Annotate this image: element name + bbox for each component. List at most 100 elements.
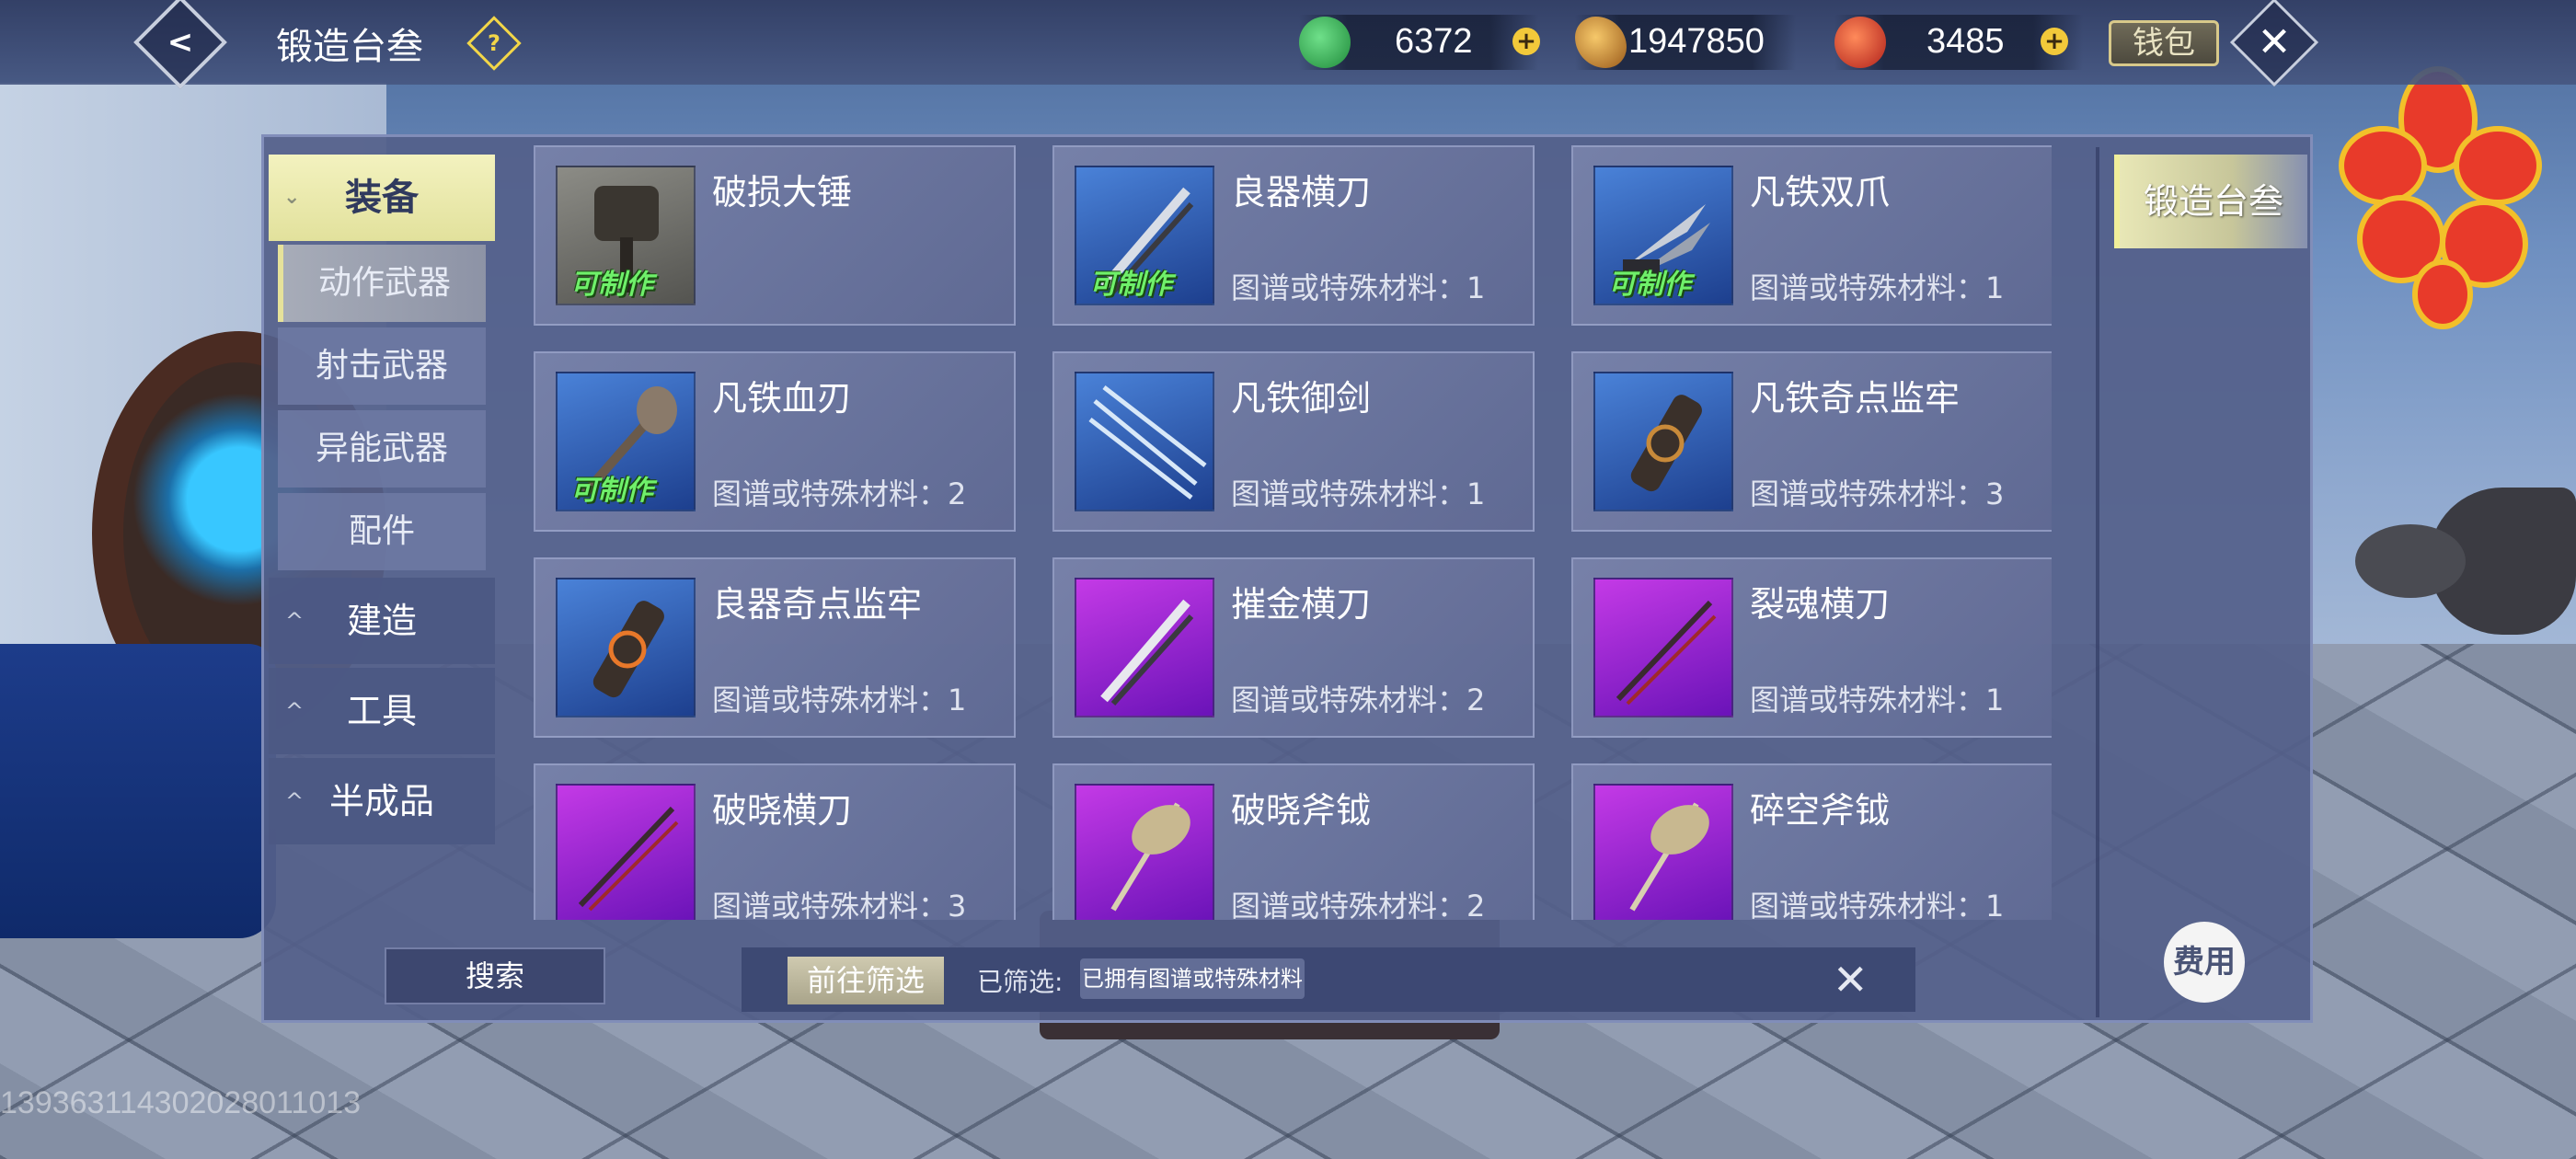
- currency-jade-value: 6372: [1395, 22, 1473, 61]
- item-card-fine-broadsword[interactable]: 可制作 良器横刀 图谱或特殊材料：1: [1052, 145, 1535, 326]
- singularity-prison-icon: [592, 601, 664, 698]
- item-requirement: 图谱或特殊材料：2: [712, 476, 967, 511]
- item-grid: 可制作 破损大锤 可制作 良器横刀 图谱或特殊材料：1 可制作 凡铁双爪 图谱或…: [534, 145, 2052, 920]
- chevron-down-icon: ⌄: [283, 186, 301, 209]
- item-requirement: 图谱或特殊材料：1: [712, 683, 967, 717]
- item-card-gold-breaker-broadsword[interactable]: 摧金横刀 图谱或特殊材料：2: [1052, 557, 1535, 738]
- item-name: 碎空斧钺: [1750, 790, 1891, 831]
- item-name: 凡铁血刃: [712, 378, 853, 419]
- singularity-prison-icon: [1630, 395, 1702, 492]
- battleaxe-icon: [1110, 802, 1190, 912]
- item-card-iron-blood-blade[interactable]: 可制作 凡铁血刃 图谱或特殊材料：2: [534, 351, 1016, 532]
- question-mark-icon: ?: [488, 30, 500, 56]
- item-card-dawn-broadsword[interactable]: 破晓横刀 图谱或特殊材料：3: [534, 763, 1016, 920]
- item-name: 破晓横刀: [712, 790, 853, 831]
- panel-divider: [2096, 147, 2099, 1017]
- fee-button[interactable]: 费用: [2168, 925, 2241, 999]
- wallet-button[interactable]: 钱包: [2109, 20, 2219, 66]
- item-requirement: 图谱或特殊材料：1: [1750, 270, 2005, 305]
- filter-chip[interactable]: 已拥有图谱或特殊材料: [1080, 958, 1305, 999]
- item-card-soul-rend-broadsword[interactable]: 裂魂横刀 图谱或特殊材料：1: [1571, 557, 2052, 738]
- fire-token-icon: [1834, 17, 1886, 68]
- item-requirement: 图谱或特殊材料：3: [712, 889, 967, 920]
- scene-flower-ornament: [2339, 66, 2542, 329]
- item-name: 凡铁奇点监牢: [1750, 378, 1961, 419]
- filter-bar: 前往筛选 已筛选: 已拥有图谱或特殊材料 ✕: [742, 947, 1915, 1012]
- nav-category-label: 装备: [345, 177, 419, 219]
- item-name: 破损大锤: [712, 172, 853, 212]
- currency-fire: 3485 +: [1834, 15, 2083, 70]
- item-card-void-shatter-battleaxe[interactable]: 碎空斧钺 图谱或特殊材料：1: [1571, 763, 2052, 920]
- chevron-up-icon: ^: [285, 788, 305, 814]
- item-requirement: 图谱或特殊材料：2: [1231, 683, 1486, 717]
- clear-filter-icon[interactable]: ✕: [1833, 955, 1869, 1004]
- item-thumbnail: [1075, 372, 1214, 511]
- item-thumbnail: [1075, 578, 1214, 717]
- scene-rock-small: [2355, 524, 2466, 598]
- battleaxe-icon: [1629, 802, 1709, 912]
- katana-icon: [578, 806, 679, 912]
- nav-sub-ability-weapons[interactable]: 异能武器: [278, 410, 486, 488]
- item-card-fine-singularity-prison[interactable]: 良器奇点监牢 图谱或特殊材料：1: [534, 557, 1016, 738]
- item-name: 良器横刀: [1231, 172, 1372, 212]
- item-card-dawn-battleaxe[interactable]: 破晓斧钺 图谱或特殊材料：2: [1052, 763, 1535, 920]
- currency-fire-value: 3485: [1926, 22, 2005, 61]
- katana-icon: [1616, 600, 1717, 706]
- nav-category-equipment[interactable]: ⌄ 装备: [269, 155, 495, 241]
- nav-category-label: 建造: [346, 601, 417, 641]
- craftable-badge: 可制作: [1608, 269, 1691, 301]
- nav-category-label: 工具: [346, 691, 417, 731]
- close-icon: ✕: [2257, 18, 2292, 66]
- item-thumbnail: 可制作: [556, 372, 696, 511]
- item-thumbnail: 可制作: [1593, 166, 1733, 305]
- chevron-up-icon: ^: [285, 698, 305, 724]
- help-button[interactable]: ?: [466, 16, 522, 71]
- nav-category-build[interactable]: ^ 建造: [269, 578, 495, 664]
- item-card-broken-hammer[interactable]: 可制作 破损大锤: [534, 145, 1016, 326]
- item-requirement: 图谱或特殊材料：2: [1231, 889, 1486, 920]
- page-title: 锻造台叁: [276, 26, 423, 68]
- item-thumbnail: 可制作: [556, 166, 696, 305]
- user-id-watermark: 1393631143020280110​13: [0, 1085, 362, 1120]
- craftable-badge: 可制作: [570, 475, 653, 507]
- item-requirement: 图谱或特殊材料：1: [1231, 476, 1486, 511]
- nav-sub-action-weapons[interactable]: 动作武器: [278, 245, 486, 322]
- nav-sub-ranged-weapons[interactable]: 射击武器: [278, 327, 486, 405]
- item-card-iron-singularity-prison[interactable]: 凡铁奇点监牢 图谱或特殊材料：3: [1571, 351, 2052, 532]
- chevron-up-icon: ^: [285, 608, 305, 634]
- back-button[interactable]: <: [133, 0, 227, 89]
- craftable-badge: 可制作: [1089, 269, 1172, 301]
- item-thumbnail: [556, 578, 696, 717]
- nav-category-tools[interactable]: ^ 工具: [269, 668, 495, 754]
- item-name: 良器奇点监牢: [712, 584, 923, 625]
- item-name: 凡铁双爪: [1750, 172, 1891, 212]
- side-tab-forge[interactable]: 锻造台叁: [2114, 155, 2307, 248]
- flying-swords-icon: [1088, 385, 1207, 499]
- item-requirement: 图谱或特殊材料：1: [1750, 683, 2005, 717]
- item-thumbnail: 可制作: [1075, 166, 1214, 305]
- item-name: 破晓斧钺: [1231, 790, 1372, 831]
- search-button[interactable]: 搜索: [385, 947, 605, 1004]
- filtered-label: 已筛选:: [977, 967, 1064, 997]
- scene-cushion: [0, 644, 276, 938]
- item-name: 凡铁御剑: [1231, 378, 1372, 419]
- item-requirement: 图谱或特殊材料：3: [1750, 476, 2005, 511]
- item-requirement: 图谱或特殊材料：1: [1750, 889, 2005, 920]
- close-button[interactable]: ✕: [2229, 0, 2319, 87]
- currency-jade: 6372 +: [1299, 15, 1540, 70]
- nav-sub-accessories[interactable]: 配件: [278, 493, 486, 570]
- item-card-iron-twin-claws[interactable]: 可制作 凡铁双爪 图谱或特殊材料：1: [1571, 145, 2052, 326]
- jade-coin-icon: [1299, 17, 1351, 68]
- add-fire-button[interactable]: +: [2041, 28, 2068, 55]
- top-bar: < 锻造台叁 ? 6372 + 1947850 3485 + 钱包 ✕: [0, 0, 2576, 89]
- item-thumbnail: [1593, 784, 1733, 920]
- nav-category-semi-finished[interactable]: ^ 半成品: [269, 758, 495, 844]
- item-name: 摧金横刀: [1231, 584, 1372, 625]
- craftable-badge: 可制作: [570, 269, 653, 301]
- item-thumbnail: [1593, 372, 1733, 511]
- go-to-filter-button[interactable]: 前往筛选: [788, 957, 944, 1004]
- item-thumbnail: [1593, 578, 1733, 717]
- broadsword-icon: [1100, 599, 1194, 706]
- item-card-iron-flying-swords[interactable]: 凡铁御剑 图谱或特殊材料：1: [1052, 351, 1535, 532]
- add-jade-button[interactable]: +: [1512, 28, 1540, 55]
